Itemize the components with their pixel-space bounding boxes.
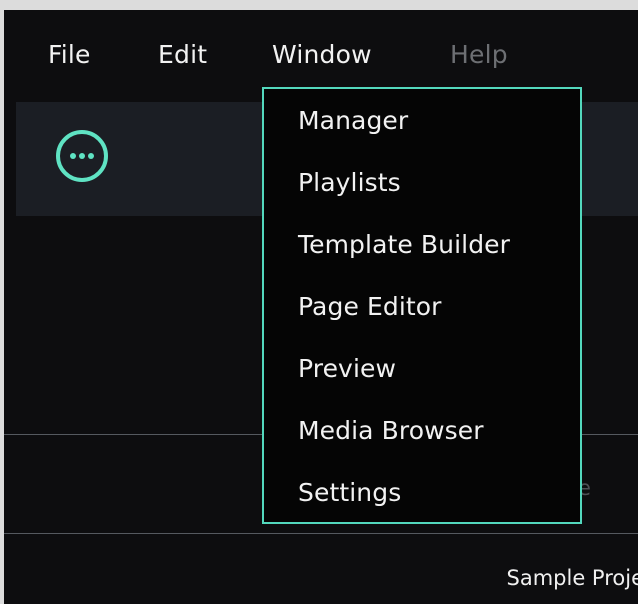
- menu-edit[interactable]: Edit: [158, 40, 207, 69]
- menu-item-settings[interactable]: Settings: [298, 478, 401, 507]
- menu-bar: File Edit Window Help: [4, 10, 638, 98]
- status-divider: [4, 533, 638, 534]
- more-options-icon[interactable]: [56, 130, 108, 182]
- menu-item-media-browser[interactable]: Media Browser: [298, 416, 484, 445]
- menu-item-preview[interactable]: Preview: [298, 354, 396, 383]
- menu-item-template-builder[interactable]: Template Builder: [298, 230, 510, 259]
- app-window: File Edit Window Help e Sample Proje Man…: [4, 10, 638, 604]
- menu-window[interactable]: Window: [272, 40, 372, 69]
- project-name-label: Sample Proje: [506, 566, 638, 590]
- menu-item-page-editor[interactable]: Page Editor: [298, 292, 442, 321]
- window-dropdown-menu: Manager Playlists Template Builder Page …: [262, 87, 582, 524]
- menu-item-manager[interactable]: Manager: [298, 106, 408, 135]
- menu-file[interactable]: File: [48, 40, 91, 69]
- menu-help[interactable]: Help: [450, 40, 508, 69]
- more-options-dot: [88, 153, 94, 159]
- more-options-dot: [79, 153, 85, 159]
- menu-item-playlists[interactable]: Playlists: [298, 168, 401, 197]
- more-options-dot: [70, 153, 76, 159]
